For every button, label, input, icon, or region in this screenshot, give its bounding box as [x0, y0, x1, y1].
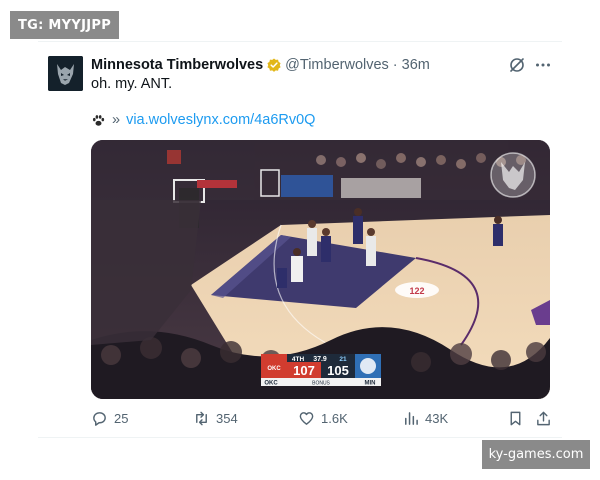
home-team-abbr: MIN — [365, 381, 376, 387]
like-button[interactable]: 1.6K — [298, 408, 348, 428]
bookmark-button[interactable] — [507, 408, 524, 428]
tweet-card[interactable]: Minnesota Timberwolves @Timberwolves · 3… — [38, 41, 562, 438]
reply-icon — [93, 411, 106, 426]
scoreboard: 4TH 37.9 21 107 105 OKC OKC BONUS MIN — [261, 354, 381, 387]
away-team-logo-text: OKC — [267, 366, 281, 372]
repost-count: 354 — [216, 410, 238, 426]
repost-icon — [196, 411, 207, 425]
tweet-text: oh. my. ANT. — [91, 76, 173, 92]
shot-clock: 21 — [339, 356, 347, 363]
views-chart-icon — [405, 411, 418, 425]
grok-icon[interactable] — [508, 56, 526, 74]
tweet-link[interactable]: via.wolveslynx.com/4a6Rv0Q — [126, 112, 315, 128]
like-count: 1.6K — [321, 410, 348, 426]
repost-button[interactable]: 354 — [193, 408, 238, 428]
heart-icon — [299, 411, 314, 425]
reply-count: 25 — [114, 410, 129, 426]
away-team-abbr: OKC — [264, 381, 278, 387]
separator-dot: · — [392, 57, 398, 73]
away-score: 107 — [293, 363, 315, 378]
verified-badge-icon — [267, 58, 281, 72]
basketball-video-frame: 122 4TH 37.9 21 107 105 OKC OKC BONUS MI… — [91, 140, 550, 399]
share-button[interactable] — [535, 408, 552, 428]
home-team-logo-icon — [360, 358, 376, 374]
avatar[interactable] — [48, 56, 83, 91]
bookmark-icon — [510, 411, 521, 425]
wolves-logo-icon — [490, 152, 536, 198]
reply-button[interactable]: 25 — [91, 408, 128, 428]
game-clock: 37.9 — [313, 356, 327, 363]
court-score-text: 122 — [409, 286, 424, 296]
home-score: 105 — [327, 363, 349, 378]
author-name[interactable]: Minnesota Timberwolves — [91, 57, 263, 73]
more-options-icon[interactable] — [534, 56, 552, 74]
tweet-video[interactable]: 122 4TH 37.9 21 107 105 OKC OKC BONUS MI… — [91, 140, 550, 399]
tweet-link-line: » via.wolveslynx.com/4a6Rv0Q — [91, 112, 315, 128]
bonus-label: BONUS — [312, 381, 330, 387]
watermark-bottom-right: ky-games.com — [482, 440, 590, 469]
view-count: 43K — [425, 410, 449, 426]
timestamp[interactable]: 36m — [402, 57, 430, 73]
views-button[interactable]: 43K — [402, 408, 448, 428]
paw-emoji-icon — [91, 113, 106, 128]
share-icon — [537, 411, 550, 425]
tweet-header: Minnesota Timberwolves @Timberwolves · 3… — [91, 56, 430, 74]
watermark-top-left: TG: MYYJJPP — [10, 11, 119, 39]
quarter-label: 4TH — [292, 356, 305, 363]
link-chevron: » — [112, 112, 121, 128]
tweet-actions: 25 354 1.6K 43K — [91, 408, 553, 428]
handle[interactable]: @Timberwolves — [285, 57, 389, 73]
